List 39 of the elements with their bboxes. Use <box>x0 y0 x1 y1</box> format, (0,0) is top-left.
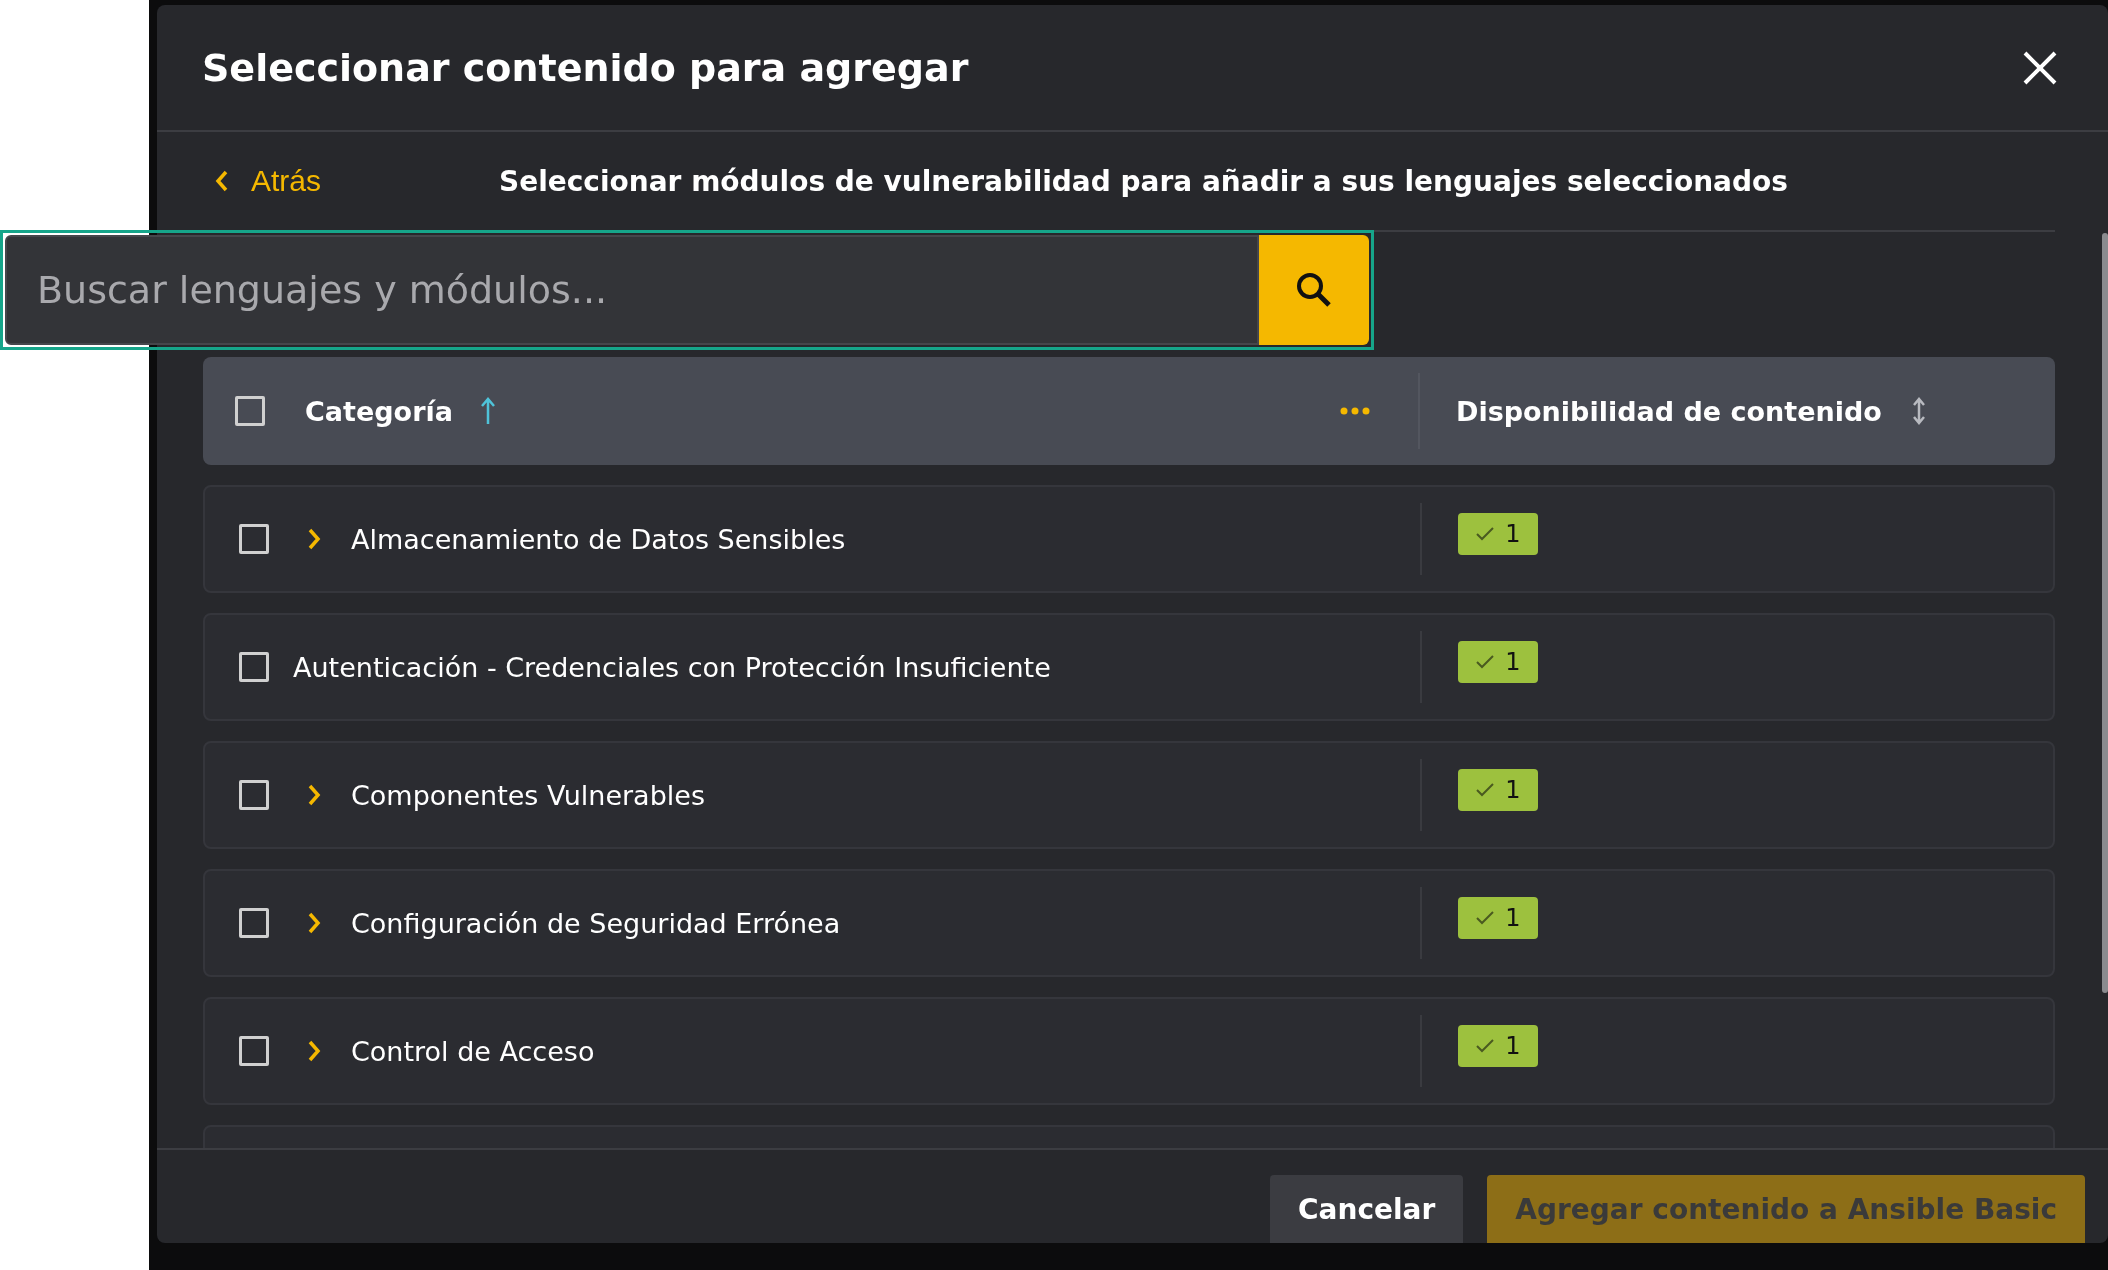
search-field[interactable]: Buscar lenguajes y módulos... <box>5 235 1259 345</box>
back-link[interactable]: Atrás <box>215 164 499 198</box>
more-icon[interactable] <box>1340 407 1370 415</box>
search-button[interactable] <box>1259 235 1369 345</box>
availability-badge: 1 <box>1458 641 1538 683</box>
expand-chevron-icon[interactable] <box>307 912 321 934</box>
table-row[interactable]: Componentes Vulnerables 1 <box>203 741 2055 849</box>
column-header[interactable]: Disponibilidad de contenido <box>1456 395 1882 427</box>
select-all-checkbox[interactable] <box>235 396 265 426</box>
table-row[interactable]: Control de Acceso 1 <box>203 997 2055 1105</box>
column-header[interactable]: Categoría <box>305 395 453 427</box>
close-icon[interactable] <box>2022 49 2058 86</box>
row-checkbox[interactable] <box>239 780 269 810</box>
category-name: Control de Acceso <box>351 1035 595 1067</box>
table-row[interactable]: Configuración de Seguridad Errónea 1 <box>203 869 2055 977</box>
category-name: Autenticación - Credenciales con Protección Insuficiente <box>293 651 1051 683</box>
availability-badge: 1 <box>1458 1025 1538 1067</box>
chevron-left-icon <box>215 170 229 192</box>
expand-chevron-icon[interactable] <box>307 784 321 806</box>
row-checkbox[interactable] <box>239 652 269 682</box>
scrollbar[interactable] <box>2102 233 2108 993</box>
expand-chevron-icon[interactable] <box>307 1040 321 1062</box>
category-name: Configuración de Seguridad Errónea <box>351 907 841 939</box>
category-name: Componentes Vulnerables <box>351 779 705 811</box>
row-checkbox[interactable] <box>239 908 269 938</box>
availability-badge: 1 <box>1458 897 1538 939</box>
row-checkbox[interactable] <box>239 1036 269 1066</box>
cancel-button[interactable]: Cancelar <box>1270 1175 1464 1243</box>
row-checkbox[interactable] <box>239 524 269 554</box>
sort-up-icon[interactable] <box>480 397 495 425</box>
dialog-title: Seleccionar contenido para agregar <box>202 45 969 90</box>
sort-icon[interactable] <box>1911 397 1926 425</box>
availability-badge: 1 <box>1458 769 1538 811</box>
subtitle: Seleccionar módulos de vulnerabilidad para añadir a sus lenguajes seleccionados <box>499 164 1788 198</box>
expand-chevron-icon[interactable] <box>307 528 321 550</box>
table-row[interactable]: Autenticación - Credenciales con Protección Insuficiente 1 <box>203 613 2055 721</box>
availability-badge: 1 <box>1458 513 1538 555</box>
table-row[interactable]: Almacenamiento de Datos Sensibles 1 <box>203 485 2055 593</box>
category-name: Almacenamiento de Datos Sensibles <box>351 523 846 555</box>
